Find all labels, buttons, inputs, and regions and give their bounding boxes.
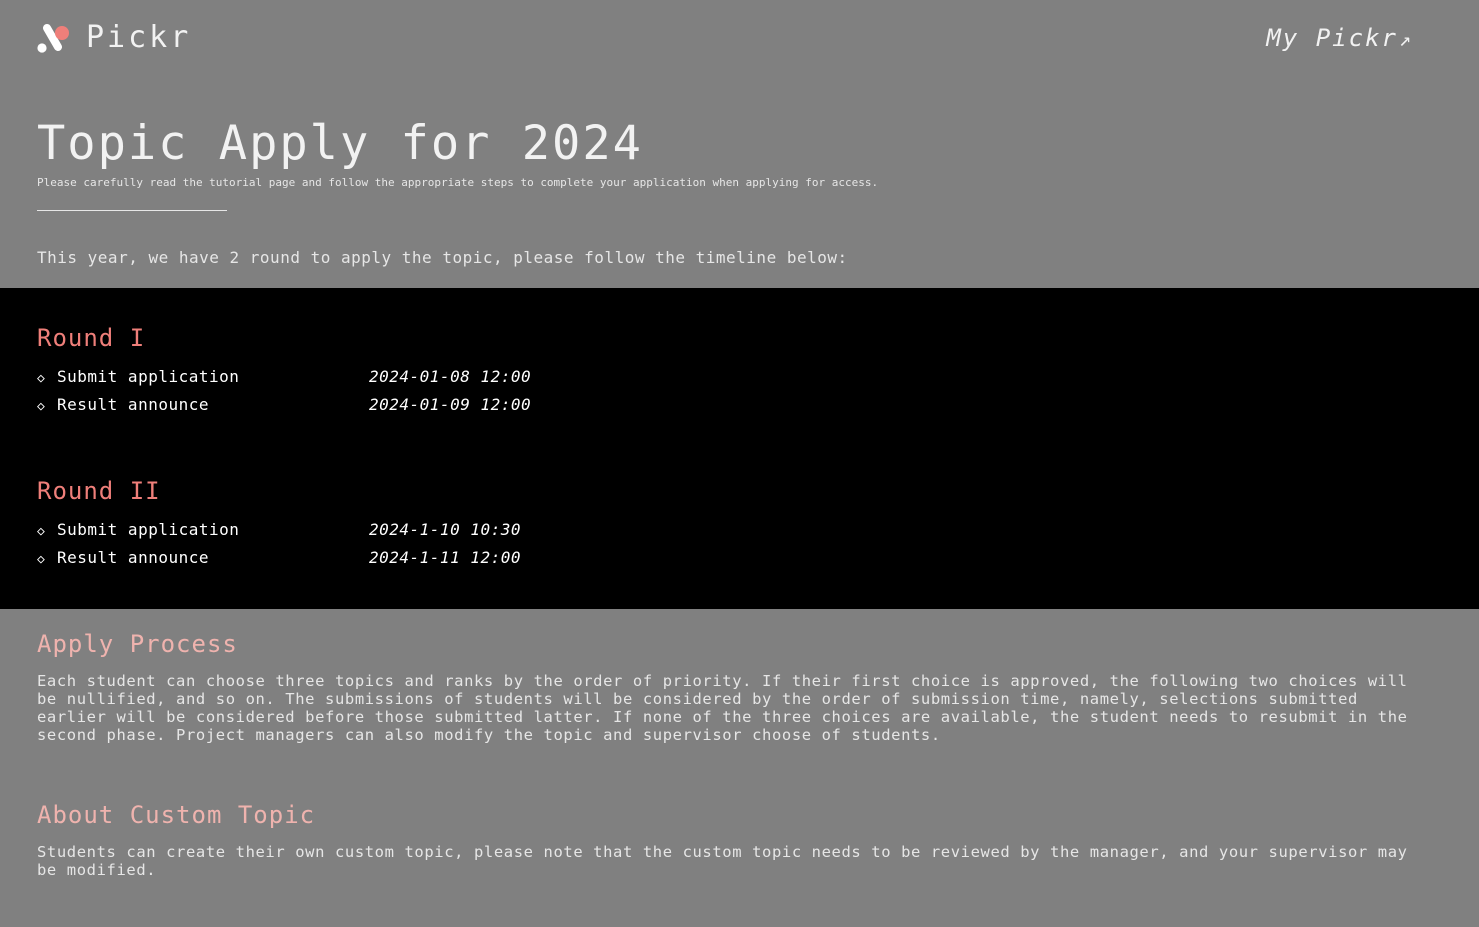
timeline-section: Round I ◇ Submit application 2024-01-08 1…: [0, 288, 1479, 609]
page-title: Topic Apply for 2024: [37, 116, 643, 171]
custom-topic-title: About Custom Topic: [37, 801, 316, 829]
apply-process-section: Apply Process Each student can choose th…: [37, 628, 1417, 744]
round-2: Round II ◇ Submit application 2024-1-10 1…: [37, 476, 737, 572]
timeline-intro: This year, we have 2 round to apply the …: [37, 248, 848, 267]
custom-topic-body: Students can create their own custom top…: [37, 843, 1408, 879]
step-time: 2024-01-09 12:00: [369, 395, 532, 414]
timeline-step: ◇ Result announce 2024-01-09 12:00: [37, 391, 737, 419]
brand-name: Pickr: [86, 20, 192, 55]
diamond-bullet-icon: ◇: [37, 552, 45, 567]
timeline-step: ◇ Submit application 2024-01-08 12:00: [37, 363, 737, 391]
my-pickr-link[interactable]: My Pickr↗: [1266, 23, 1413, 54]
step-time: 2024-1-10 10:30: [369, 520, 521, 539]
brand[interactable]: Pickr: [37, 22, 191, 54]
step-label: Submit application: [57, 520, 240, 539]
step-time: 2024-1-11 12:00: [369, 548, 521, 567]
page-subtitle: Please carefully read the tutorial page …: [37, 176, 879, 189]
timeline-step: ◇ Result announce 2024-1-11 12:00: [37, 544, 737, 572]
step-label: Result announce: [57, 395, 209, 414]
title-divider: [37, 210, 227, 211]
apply-process-body: Each student can choose three topics and…: [37, 672, 1408, 744]
apply-process-title: Apply Process: [37, 630, 238, 658]
pickr-logo-icon: [37, 24, 69, 53]
round-title: Round II: [37, 477, 161, 505]
custom-topic-section: About Custom Topic Students can create t…: [37, 799, 1417, 879]
round-title: Round I: [37, 324, 146, 352]
top-bar: Pickr My Pickr↗: [37, 22, 1417, 58]
step-label: Result announce: [57, 548, 209, 567]
diamond-bullet-icon: ◇: [37, 399, 45, 414]
my-pickr-label: My Pickr: [1266, 24, 1398, 52]
arrow-up-right-icon: ↗: [1398, 27, 1413, 51]
round-1: Round I ◇ Submit application 2024-01-08 1…: [37, 323, 737, 419]
step-time: 2024-01-08 12:00: [369, 367, 532, 386]
timeline-step: ◇ Submit application 2024-1-10 10:30: [37, 516, 737, 544]
diamond-bullet-icon: ◇: [37, 371, 45, 386]
diamond-bullet-icon: ◇: [37, 524, 45, 539]
step-label: Submit application: [57, 367, 240, 386]
